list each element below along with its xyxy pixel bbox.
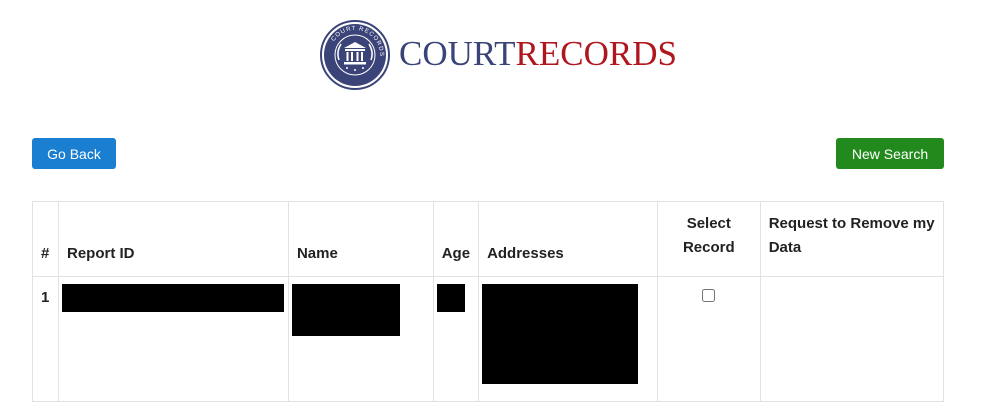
select-record-cell	[656, 276, 761, 402]
brand-part-records: RECORDS	[515, 34, 677, 73]
header-age: Age	[432, 201, 480, 277]
table-header-row: # Report ID Name Age Addresses Select Re…	[32, 201, 945, 277]
go-back-button[interactable]: Go Back	[32, 138, 116, 169]
header-number: #	[32, 201, 59, 277]
header-name: Name	[287, 201, 434, 277]
header-remove-data: Request to Remove my Data	[759, 201, 945, 277]
select-record-checkbox[interactable]	[702, 289, 716, 302]
brand-part-court: COURT	[399, 34, 516, 73]
redacted-addresses	[482, 284, 639, 384]
header-addresses: Addresses	[478, 201, 658, 277]
table-row: 1	[32, 276, 945, 402]
redacted-name	[291, 284, 400, 336]
report-id-cell	[57, 276, 289, 402]
site-header: COURT RECORDS COURTRECORDS	[0, 0, 988, 110]
new-search-button[interactable]: New Search	[836, 138, 944, 169]
row-number: 1	[32, 276, 59, 402]
addresses-cell	[478, 276, 658, 402]
remove-data-cell	[759, 276, 945, 402]
header-report-id: Report ID	[57, 201, 289, 277]
header-select-record: Select Record	[656, 201, 761, 277]
results-table: # Report ID Name Age Addresses Select Re…	[32, 201, 945, 402]
redacted-report-id	[61, 284, 284, 312]
redacted-age	[436, 284, 465, 312]
court-seal-logo-icon[interactable]: COURT RECORDS	[320, 20, 390, 90]
age-cell	[432, 276, 480, 402]
brand-wordmark[interactable]: COURTRECORDS	[399, 34, 677, 74]
name-cell	[287, 276, 434, 402]
